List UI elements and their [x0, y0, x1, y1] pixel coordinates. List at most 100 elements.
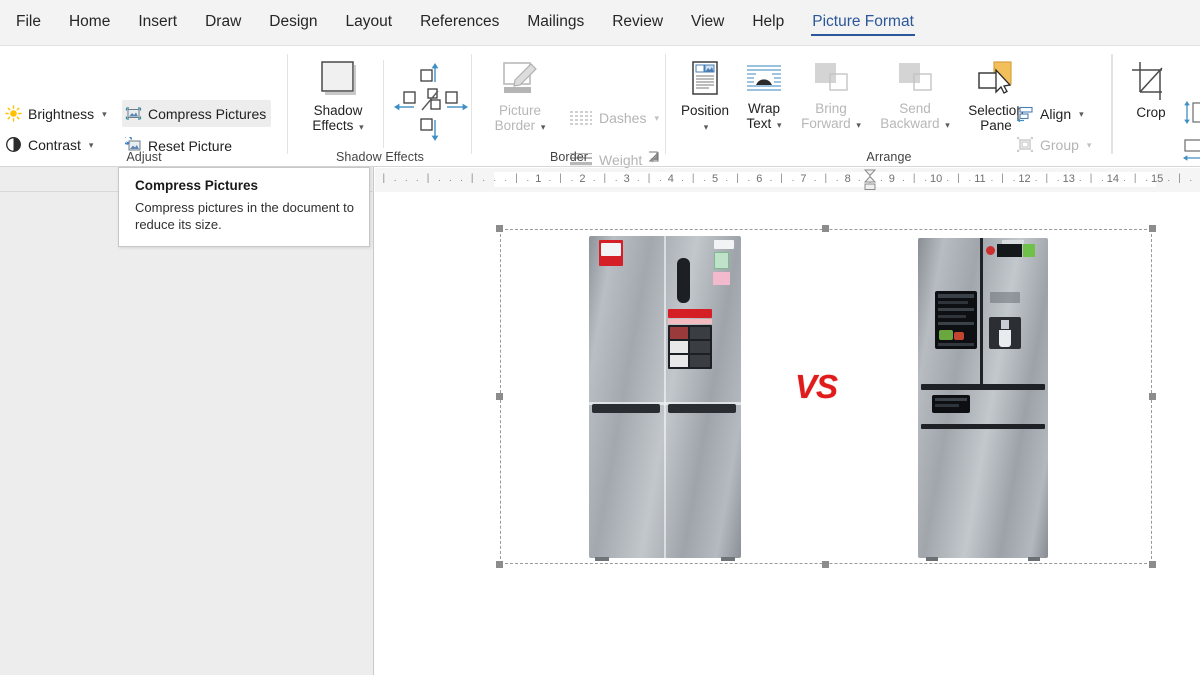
- tab-design[interactable]: Design: [255, 8, 331, 39]
- ruler-tick: ·: [1012, 175, 1015, 186]
- ruler-tick: ·: [747, 175, 750, 186]
- nudge-shadow-right-button[interactable]: [442, 88, 470, 114]
- ruler-tick: ·: [548, 175, 551, 186]
- fridge2-dispenser-glass: [999, 330, 1011, 347]
- fridge-energy-sticker-inner: [601, 243, 621, 256]
- ruler-tick: ·: [681, 175, 684, 186]
- bring-forward-label-line2: Forward ▾: [801, 117, 861, 133]
- ruler-tick: ·: [637, 175, 640, 186]
- position-label: Position: [681, 104, 729, 119]
- selection-handle-e[interactable]: [1149, 393, 1156, 400]
- ruler-tick: |: [1178, 173, 1181, 184]
- send-backward-button[interactable]: Send Backward ▾: [874, 58, 956, 132]
- selection-handle-n[interactable]: [822, 225, 829, 232]
- tab-view[interactable]: View: [677, 8, 738, 39]
- ruler-number: 8: [845, 173, 851, 185]
- shadow-effects-button[interactable]: Shadow Effects ▾: [300, 56, 376, 134]
- fridge2-energy-dot: [986, 246, 995, 255]
- tab-home[interactable]: Home: [55, 8, 124, 39]
- tab-help[interactable]: Help: [738, 8, 798, 39]
- indent-markers[interactable]: [864, 169, 876, 190]
- group-label-border: Border: [472, 150, 666, 164]
- nudge-shadow-down-button[interactable]: [418, 116, 444, 144]
- align-button[interactable]: Align ▾: [1013, 100, 1089, 127]
- tab-insert[interactable]: Insert: [124, 8, 191, 39]
- ruler-tick: ·: [703, 175, 706, 186]
- fridge2-energy-label: [997, 244, 1022, 257]
- ruler-number: 4: [668, 173, 674, 185]
- shadow-toggle-button[interactable]: [417, 88, 445, 114]
- ruler-number: 1: [535, 173, 541, 185]
- selection-handle-nw[interactable]: [496, 225, 503, 232]
- shape-width-stepper[interactable]: [1182, 138, 1200, 164]
- selection-handle-se[interactable]: [1149, 561, 1156, 568]
- ruler-tick: ·: [1034, 175, 1037, 186]
- tab-file[interactable]: File: [2, 8, 55, 39]
- ruler-tick: ·: [725, 175, 728, 186]
- ruler-number: 3: [624, 173, 630, 185]
- wrap-text-label-line1: Wrap: [748, 102, 780, 117]
- fridge2-brand-label: [1002, 240, 1024, 244]
- chevron-down-icon: ▾: [102, 109, 107, 120]
- fridge-sharp-subbar: [668, 319, 712, 324]
- chevron-down-icon: ▾: [654, 113, 659, 124]
- compress-pictures-tooltip: Compress Pictures Compress pictures in t…: [118, 167, 370, 247]
- nudge-shadow-up-button[interactable]: [418, 60, 444, 86]
- fridge-sharp-brand-sticker: [668, 309, 712, 318]
- fridge2-foot-right: [1028, 557, 1040, 561]
- fridge-display-strip: [677, 258, 690, 303]
- dashes-button[interactable]: Dashes ▾: [566, 104, 664, 131]
- ruler-tick: ·: [990, 175, 993, 186]
- ruler-tick: ·: [968, 175, 971, 186]
- fridge-lower-left-handle: [592, 404, 660, 413]
- tooltip-body: Compress pictures in the document to red…: [135, 199, 355, 233]
- selection-handle-sw[interactable]: [496, 561, 503, 568]
- tab-references[interactable]: References: [406, 8, 513, 39]
- fridge-feature-cell-2: [690, 327, 710, 339]
- fridge2-display-row-4: [938, 315, 966, 318]
- nudge-shadow-left-button[interactable]: [392, 88, 420, 114]
- ruler-number: 11: [974, 173, 985, 185]
- wrap-text-button[interactable]: Wrap Text ▾: [732, 58, 796, 132]
- bring-forward-button[interactable]: Bring Forward ▾: [791, 58, 871, 132]
- selection-handle-w[interactable]: [496, 393, 503, 400]
- ruler-tick: ·: [1079, 175, 1082, 186]
- fridge2-center-seam: [980, 238, 983, 386]
- brightness-button[interactable]: Brightness ▾: [2, 100, 112, 127]
- document-page[interactable]: VS: [375, 192, 1200, 675]
- ruler-tick: |: [648, 173, 651, 184]
- chevron-down-icon: ▾: [1079, 109, 1084, 120]
- tab-picture-format[interactable]: Picture Format: [798, 8, 928, 39]
- shadow-box-icon: [316, 58, 360, 100]
- ruler-number: 5: [712, 173, 718, 185]
- fridge2-display-row-1: [938, 294, 974, 298]
- right-refrigerator-image[interactable]: [918, 238, 1048, 558]
- ruler-tick: ·: [504, 175, 507, 186]
- crop-button[interactable]: Crop: [1122, 58, 1180, 121]
- ruler-tick: |: [471, 173, 474, 184]
- picture-border-label-line2: Border ▾: [495, 119, 546, 135]
- fridge-foot-right: [721, 557, 735, 561]
- tab-review[interactable]: Review: [598, 8, 677, 39]
- horizontal-ruler[interactable]: |···|···|···|··|··|··|··|··|··|··|··|··|…: [375, 168, 1200, 192]
- position-button[interactable]: Position ▾: [673, 58, 737, 132]
- ruler-ticks: |···|···|···|··|··|··|··|··|··|··|··|··|…: [375, 168, 1200, 192]
- tab-draw[interactable]: Draw: [191, 8, 255, 39]
- chevron-down-icon: ▾: [359, 122, 364, 132]
- selection-handle-ne[interactable]: [1149, 225, 1156, 232]
- border-dialog-box-launcher[interactable]: [648, 151, 660, 163]
- selection-handle-s[interactable]: [822, 561, 829, 568]
- shape-height-stepper[interactable]: [1182, 100, 1200, 126]
- ruler-tick: ·: [791, 175, 794, 186]
- compress-pictures-button[interactable]: Compress Pictures: [122, 100, 271, 127]
- nudge-shadow-cluster: [392, 60, 466, 150]
- ruler-tick: ·: [592, 175, 595, 186]
- tab-mailings[interactable]: Mailings: [513, 8, 598, 39]
- left-refrigerator-image[interactable]: [589, 236, 741, 558]
- ruler-tick: ·: [449, 175, 452, 186]
- ribbon: Brightness ▾ Contrast ▾: [0, 46, 1200, 167]
- ruler-number: 7: [800, 173, 806, 185]
- picture-border-button[interactable]: Picture Border ▾: [482, 58, 558, 134]
- tab-layout[interactable]: Layout: [332, 8, 407, 39]
- ruler-number: 6: [756, 173, 762, 185]
